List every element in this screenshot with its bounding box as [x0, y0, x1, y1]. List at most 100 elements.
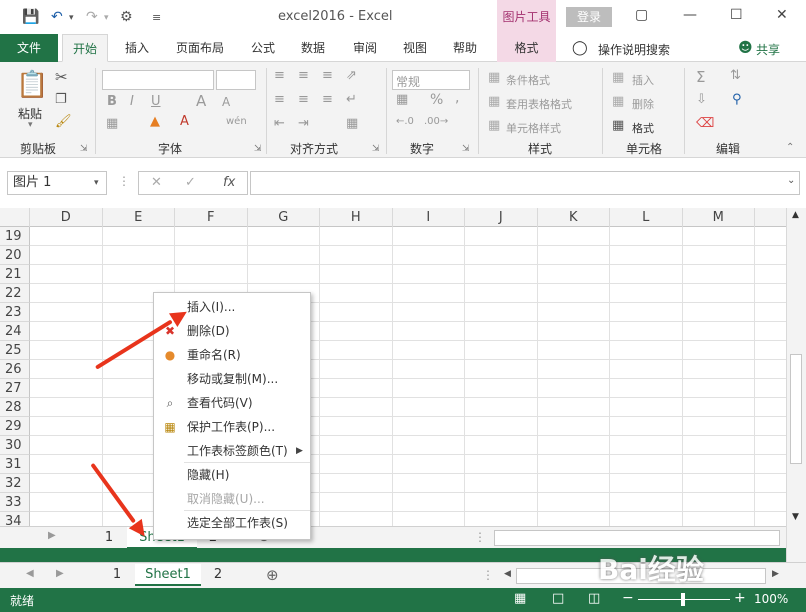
cancel-entry-icon[interactable]: ✕ — [151, 175, 162, 190]
column-header[interactable]: E — [103, 208, 175, 227]
horizontal-scrollbar-upper[interactable] — [494, 530, 780, 546]
merge-center-icon[interactable]: ▦ — [346, 116, 358, 131]
sort-filter-icon[interactable]: ⇅ — [730, 68, 741, 83]
row-header[interactable]: 26 — [0, 360, 30, 379]
row-header[interactable]: 20 — [0, 246, 30, 265]
comma-button[interactable]: , — [455, 90, 459, 106]
increase-decimal-icon[interactable]: ←.0 — [396, 116, 414, 127]
formula-input[interactable]: ⌄ — [250, 171, 800, 195]
column-header[interactable]: D — [30, 208, 103, 227]
hscroll-left-icon[interactable]: ◀ — [504, 569, 511, 579]
align-left-icon[interactable]: ≡ — [274, 92, 285, 107]
context-menu-item[interactable]: 保护工作表(P)... ▦ — [154, 415, 310, 439]
share-button[interactable]: 共享 — [756, 41, 780, 58]
tab-formulas[interactable]: 公式 — [242, 34, 284, 62]
row-header[interactable]: 33 — [0, 493, 30, 512]
touch-mode-icon[interactable]: ⚙ — [120, 9, 133, 25]
row-header[interactable]: 24 — [0, 322, 30, 341]
tell-me-search[interactable]: 操作说明搜索 — [598, 41, 670, 58]
context-menu-item[interactable]: 选定全部工作表(S) — [154, 511, 310, 535]
context-menu-item[interactable]: 移动或复制(M)... — [154, 367, 310, 391]
tab-insert[interactable]: 插入 — [116, 34, 158, 62]
row-header[interactable]: 30 — [0, 436, 30, 455]
orientation-icon[interactable]: ⇗ — [346, 68, 357, 83]
row-header[interactable]: 32 — [0, 474, 30, 493]
sheet-tab-2[interactable]: 2 — [202, 564, 234, 586]
ribbon-display-icon[interactable]: ▢ — [635, 7, 648, 23]
column-header[interactable]: L — [610, 208, 683, 227]
tab-review[interactable]: 审阅 — [344, 34, 386, 62]
number-launcher-icon[interactable]: ⇲ — [462, 144, 470, 154]
redo-dropdown-icon[interactable]: ▾ — [104, 13, 109, 23]
align-bottom-icon[interactable]: ≡ — [322, 68, 333, 83]
font-launcher-icon[interactable]: ⇲ — [254, 144, 262, 154]
italic-button[interactable]: I — [130, 94, 134, 109]
new-sheet-icon[interactable]: ⊕ — [266, 566, 279, 584]
sheet-scroll-left-icon[interactable]: ◀ — [26, 568, 34, 579]
column-header[interactable]: M — [683, 208, 755, 227]
row-header[interactable]: 29 — [0, 417, 30, 436]
name-box[interactable]: 图片 1 ▾ — [7, 171, 107, 195]
row-header[interactable]: 31 — [0, 455, 30, 474]
align-top-icon[interactable]: ≡ — [274, 68, 285, 83]
decrease-indent-icon[interactable]: ⇤ — [274, 116, 285, 131]
row-header[interactable]: 34 — [0, 512, 30, 526]
alignment-launcher-icon[interactable]: ⇲ — [372, 144, 380, 154]
tab-format[interactable]: 格式 — [497, 34, 556, 62]
sheet-tab-1-upper[interactable]: 1 — [92, 527, 126, 549]
column-header[interactable]: H — [320, 208, 393, 227]
fill-icon[interactable]: ⇩ — [696, 92, 707, 107]
scroll-up-icon[interactable]: ▲ — [792, 210, 799, 220]
format-painter-icon[interactable]: 🖌 — [55, 114, 72, 129]
decrease-decimal-icon[interactable]: .00→ — [424, 116, 448, 127]
login-button[interactable]: 登录 — [566, 7, 612, 27]
autosum-icon[interactable]: Σ — [696, 68, 705, 86]
minimize-icon[interactable]: — — [683, 7, 697, 23]
worksheet-grid[interactable]: DEFGHIJKLMI 1920212223242526272829303132… — [0, 208, 786, 526]
name-box-dropdown-icon[interactable]: ▾ — [94, 172, 99, 194]
insert-function-button[interactable]: fx — [223, 175, 235, 190]
increase-indent-icon[interactable]: ⇥ — [298, 116, 309, 131]
sheet-scroll-right-icon-upper[interactable]: ▶ — [48, 530, 56, 541]
context-menu-item[interactable]: 重命名(R) ● — [154, 343, 310, 367]
confirm-entry-icon[interactable]: ✓ — [185, 175, 196, 190]
paste-dropdown-icon[interactable]: ▾ — [28, 120, 33, 130]
column-header[interactable]: G — [248, 208, 320, 227]
tab-help[interactable]: 帮助 — [444, 34, 486, 62]
column-header[interactable]: I — [393, 208, 465, 227]
vertical-scroll-thumb[interactable] — [790, 354, 802, 464]
sheet-tab-1[interactable]: 1 — [100, 564, 134, 586]
bold-button[interactable]: B — [107, 94, 117, 109]
insert-cells-button[interactable]: 插入 — [632, 72, 654, 88]
grow-font-button[interactable]: A — [196, 92, 206, 110]
normal-view-icon[interactable]: ▦ — [514, 591, 526, 606]
find-select-icon[interactable]: ⚲ — [732, 92, 742, 107]
expand-formula-icon[interactable]: ⌄ — [787, 175, 795, 186]
format-cells-button[interactable]: 格式 — [632, 120, 654, 136]
context-menu-item[interactable]: 隐藏(H) — [154, 463, 310, 487]
align-right-icon[interactable]: ≡ — [322, 92, 333, 107]
cell-styles-button[interactable]: 单元格样式 — [506, 120, 561, 136]
shrink-font-button[interactable]: A — [222, 95, 230, 109]
sheet-tab-sheet1[interactable]: Sheet1 — [135, 564, 201, 586]
cut-icon[interactable]: ✂ — [55, 68, 68, 86]
collapse-ribbon-icon[interactable]: ⌃ — [786, 142, 794, 153]
tab-view[interactable]: 视图 — [394, 34, 436, 62]
tab-data[interactable]: 数据 — [292, 34, 334, 62]
column-header[interactable]: J — [465, 208, 538, 227]
row-header[interactable]: 25 — [0, 341, 30, 360]
page-layout-view-icon[interactable]: □ — [552, 591, 564, 606]
currency-icon[interactable]: ▦ — [396, 92, 408, 107]
sheet-scroll-right-icon[interactable]: ▶ — [56, 568, 64, 579]
paste-icon[interactable]: 📋 — [16, 70, 48, 100]
column-header[interactable]: F — [175, 208, 248, 227]
column-header[interactable]: K — [538, 208, 610, 227]
delete-cells-button[interactable]: 删除 — [632, 96, 654, 112]
row-header[interactable]: 23 — [0, 303, 30, 322]
fill-color-icon[interactable]: ▲ — [150, 114, 160, 129]
tab-page-layout[interactable]: 页面布局 — [166, 34, 234, 62]
row-header[interactable]: 21 — [0, 265, 30, 284]
maximize-icon[interactable]: ☐ — [730, 7, 743, 23]
font-size-dropdown[interactable] — [216, 70, 256, 90]
percent-button[interactable]: % — [430, 92, 443, 108]
